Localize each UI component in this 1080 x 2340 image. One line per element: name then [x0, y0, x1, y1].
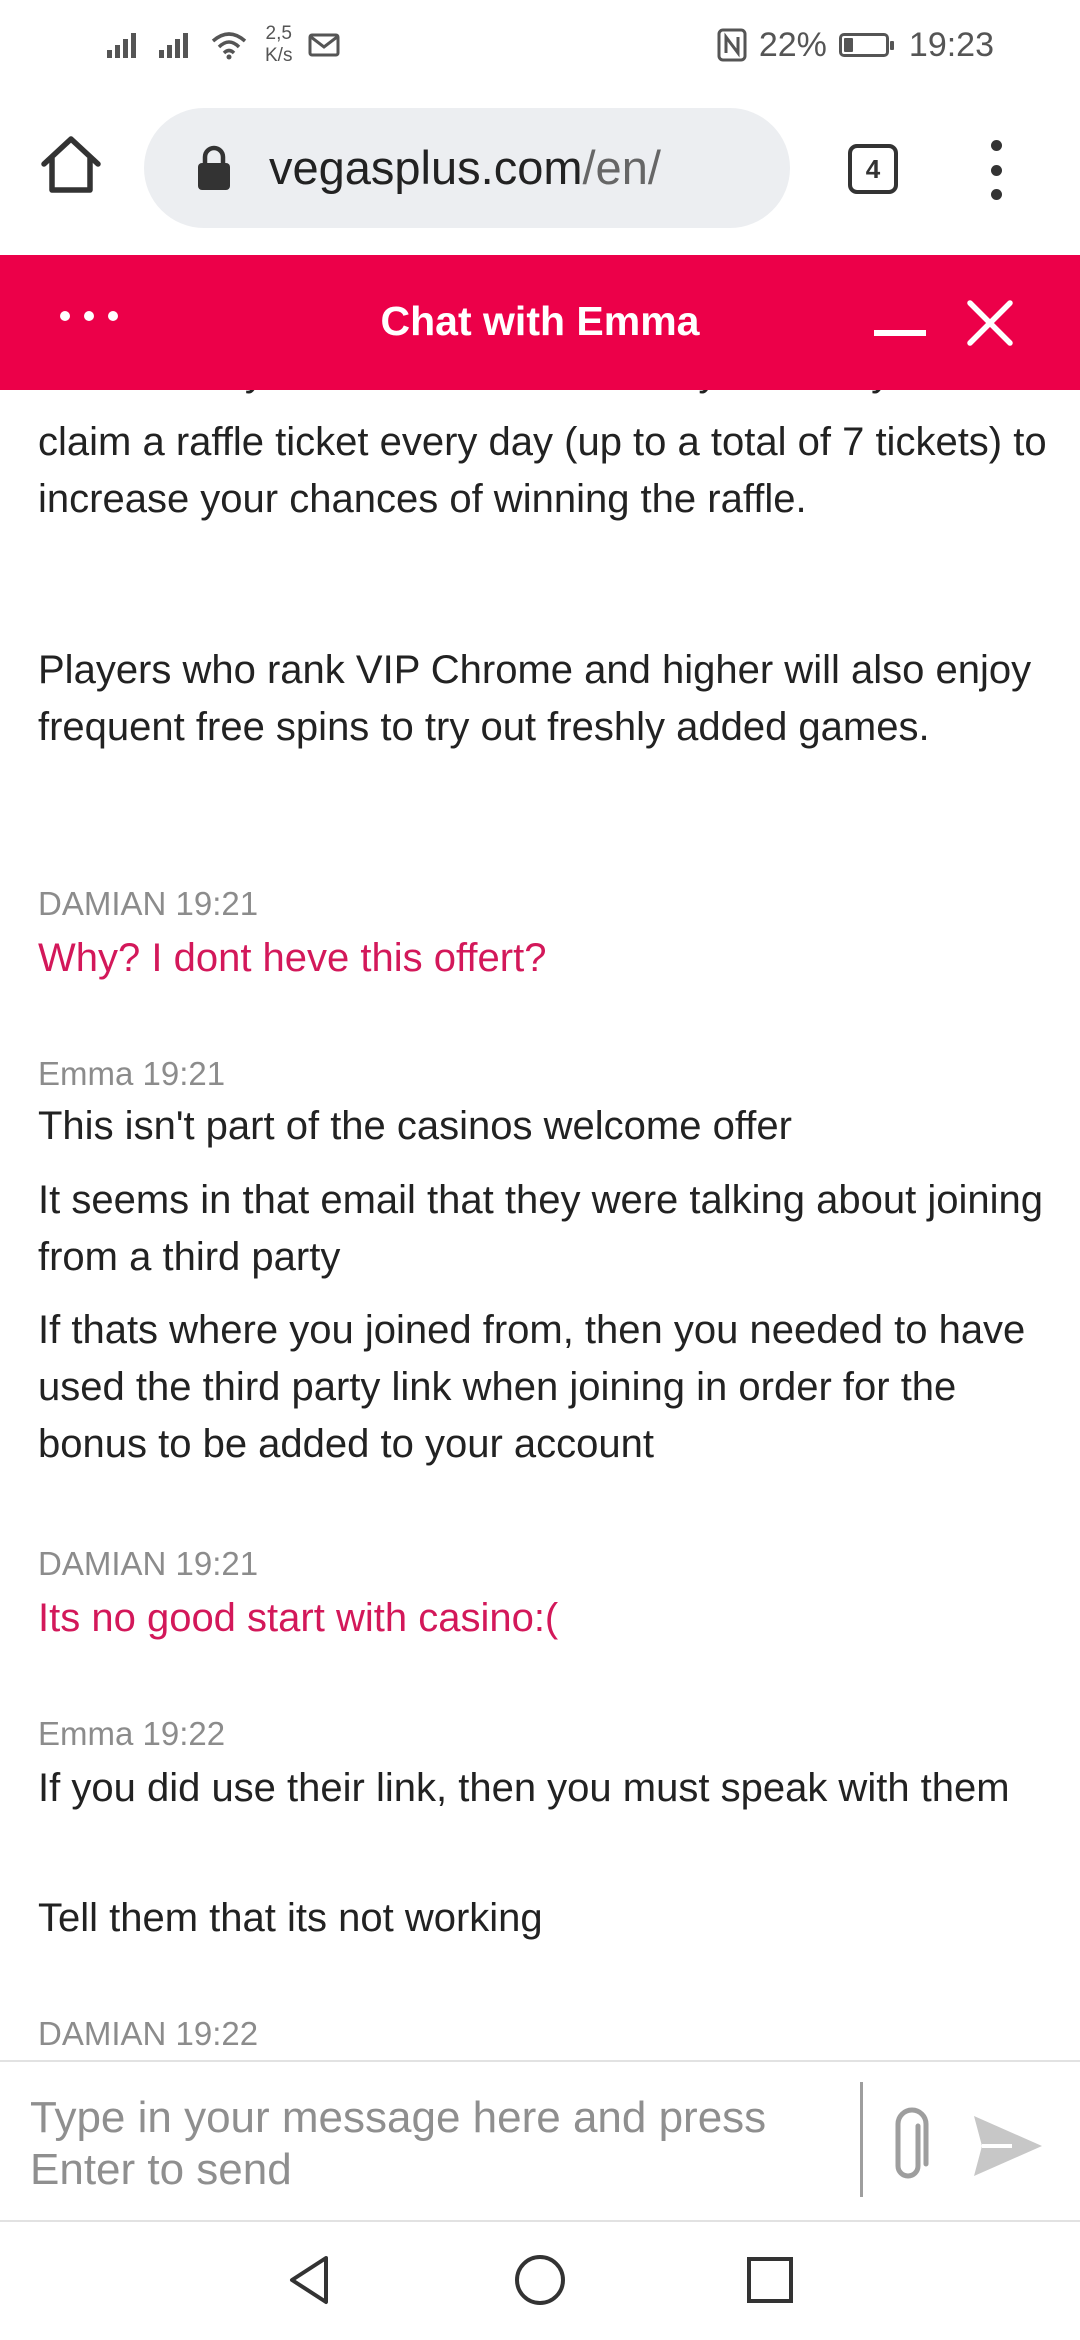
- message-meta: Emma 19:22: [38, 1715, 226, 1752]
- more-vert-icon[interactable]: [976, 140, 1016, 200]
- agent-message-text: Players who rank VIP Chrome and higher w…: [38, 648, 1032, 749]
- message-text-partial: is added to your account automatically. …: [38, 390, 1048, 401]
- agent-message-text: claim a raffle ticket every day (up to a…: [38, 420, 1047, 521]
- chat-title: Chat with Emma: [380, 298, 700, 344]
- message-meta: Emma 19:21: [38, 1055, 226, 1092]
- signal-icon: [159, 33, 188, 58]
- status-right: 22% 19:23: [717, 20, 994, 70]
- message-meta: DAMIAN 19:21: [38, 1545, 259, 1582]
- agent-message-text: If thats where you joined from, then you…: [38, 1308, 1026, 1466]
- battery-icon: [838, 33, 894, 57]
- back-icon[interactable]: [280, 2250, 340, 2310]
- url-domain: vegasplus.com: [269, 141, 583, 194]
- status-bar: 2,5 K/s 22% 19:23: [0, 0, 1080, 90]
- mail-icon: [308, 33, 340, 57]
- home-circle-icon[interactable]: [512, 2252, 568, 2308]
- wifi-icon: [211, 32, 247, 60]
- nfc-icon: [717, 28, 747, 62]
- attach-icon[interactable]: [884, 2104, 942, 2184]
- agent-message-text: If you did use their link, then you must…: [38, 1766, 1010, 1810]
- user-message-text: Why? I dont heve this offert?: [38, 936, 547, 980]
- message-composer: Type in your message here and press Ente…: [0, 2060, 1080, 2222]
- composer-divider: [860, 2082, 863, 2197]
- system-nav-bar: [0, 2222, 1080, 2340]
- message-meta: DAMIAN 19:22: [38, 2015, 259, 2052]
- user-message-text: Its no good start with casino:(: [38, 1596, 559, 1640]
- chat-messages[interactable]: is added to your account automatically. …: [0, 390, 1080, 2060]
- signal-icon: [107, 33, 136, 58]
- agent-message-text: It seems in that email that they were ta…: [38, 1178, 1043, 1279]
- battery-level: [843, 38, 853, 52]
- minimize-icon[interactable]: [874, 330, 926, 336]
- lock-icon: [198, 145, 230, 190]
- browser-toolbar: vegasplus.com/en/ 4: [0, 90, 1080, 255]
- message-input[interactable]: Type in your message here and press Ente…: [30, 2092, 770, 2196]
- tabs-icon[interactable]: 4: [848, 144, 898, 194]
- battery-percent: 22%: [758, 25, 827, 64]
- agent-message-text: This isn't part of the casinos welcome o…: [38, 1104, 792, 1148]
- status-left: 2,5 K/s: [105, 20, 340, 70]
- network-speed: 2,5 K/s: [265, 23, 293, 66]
- tab-count: 4: [865, 153, 881, 184]
- chat-header: Chat with Emma: [0, 255, 1080, 390]
- url-path: /en/: [582, 141, 661, 194]
- clock: 19:23: [908, 25, 994, 64]
- agent-message-text: Tell them that its not working: [38, 1896, 543, 1940]
- send-icon[interactable]: [972, 2114, 1044, 2178]
- url-text: vegasplus.com/en/: [269, 138, 661, 198]
- home-icon[interactable]: [36, 130, 106, 200]
- address-bar[interactable]: vegasplus.com/en/: [144, 108, 790, 228]
- close-icon[interactable]: [960, 293, 1020, 353]
- recent-apps-icon[interactable]: [744, 2254, 796, 2306]
- message-meta: DAMIAN 19:21: [38, 885, 259, 922]
